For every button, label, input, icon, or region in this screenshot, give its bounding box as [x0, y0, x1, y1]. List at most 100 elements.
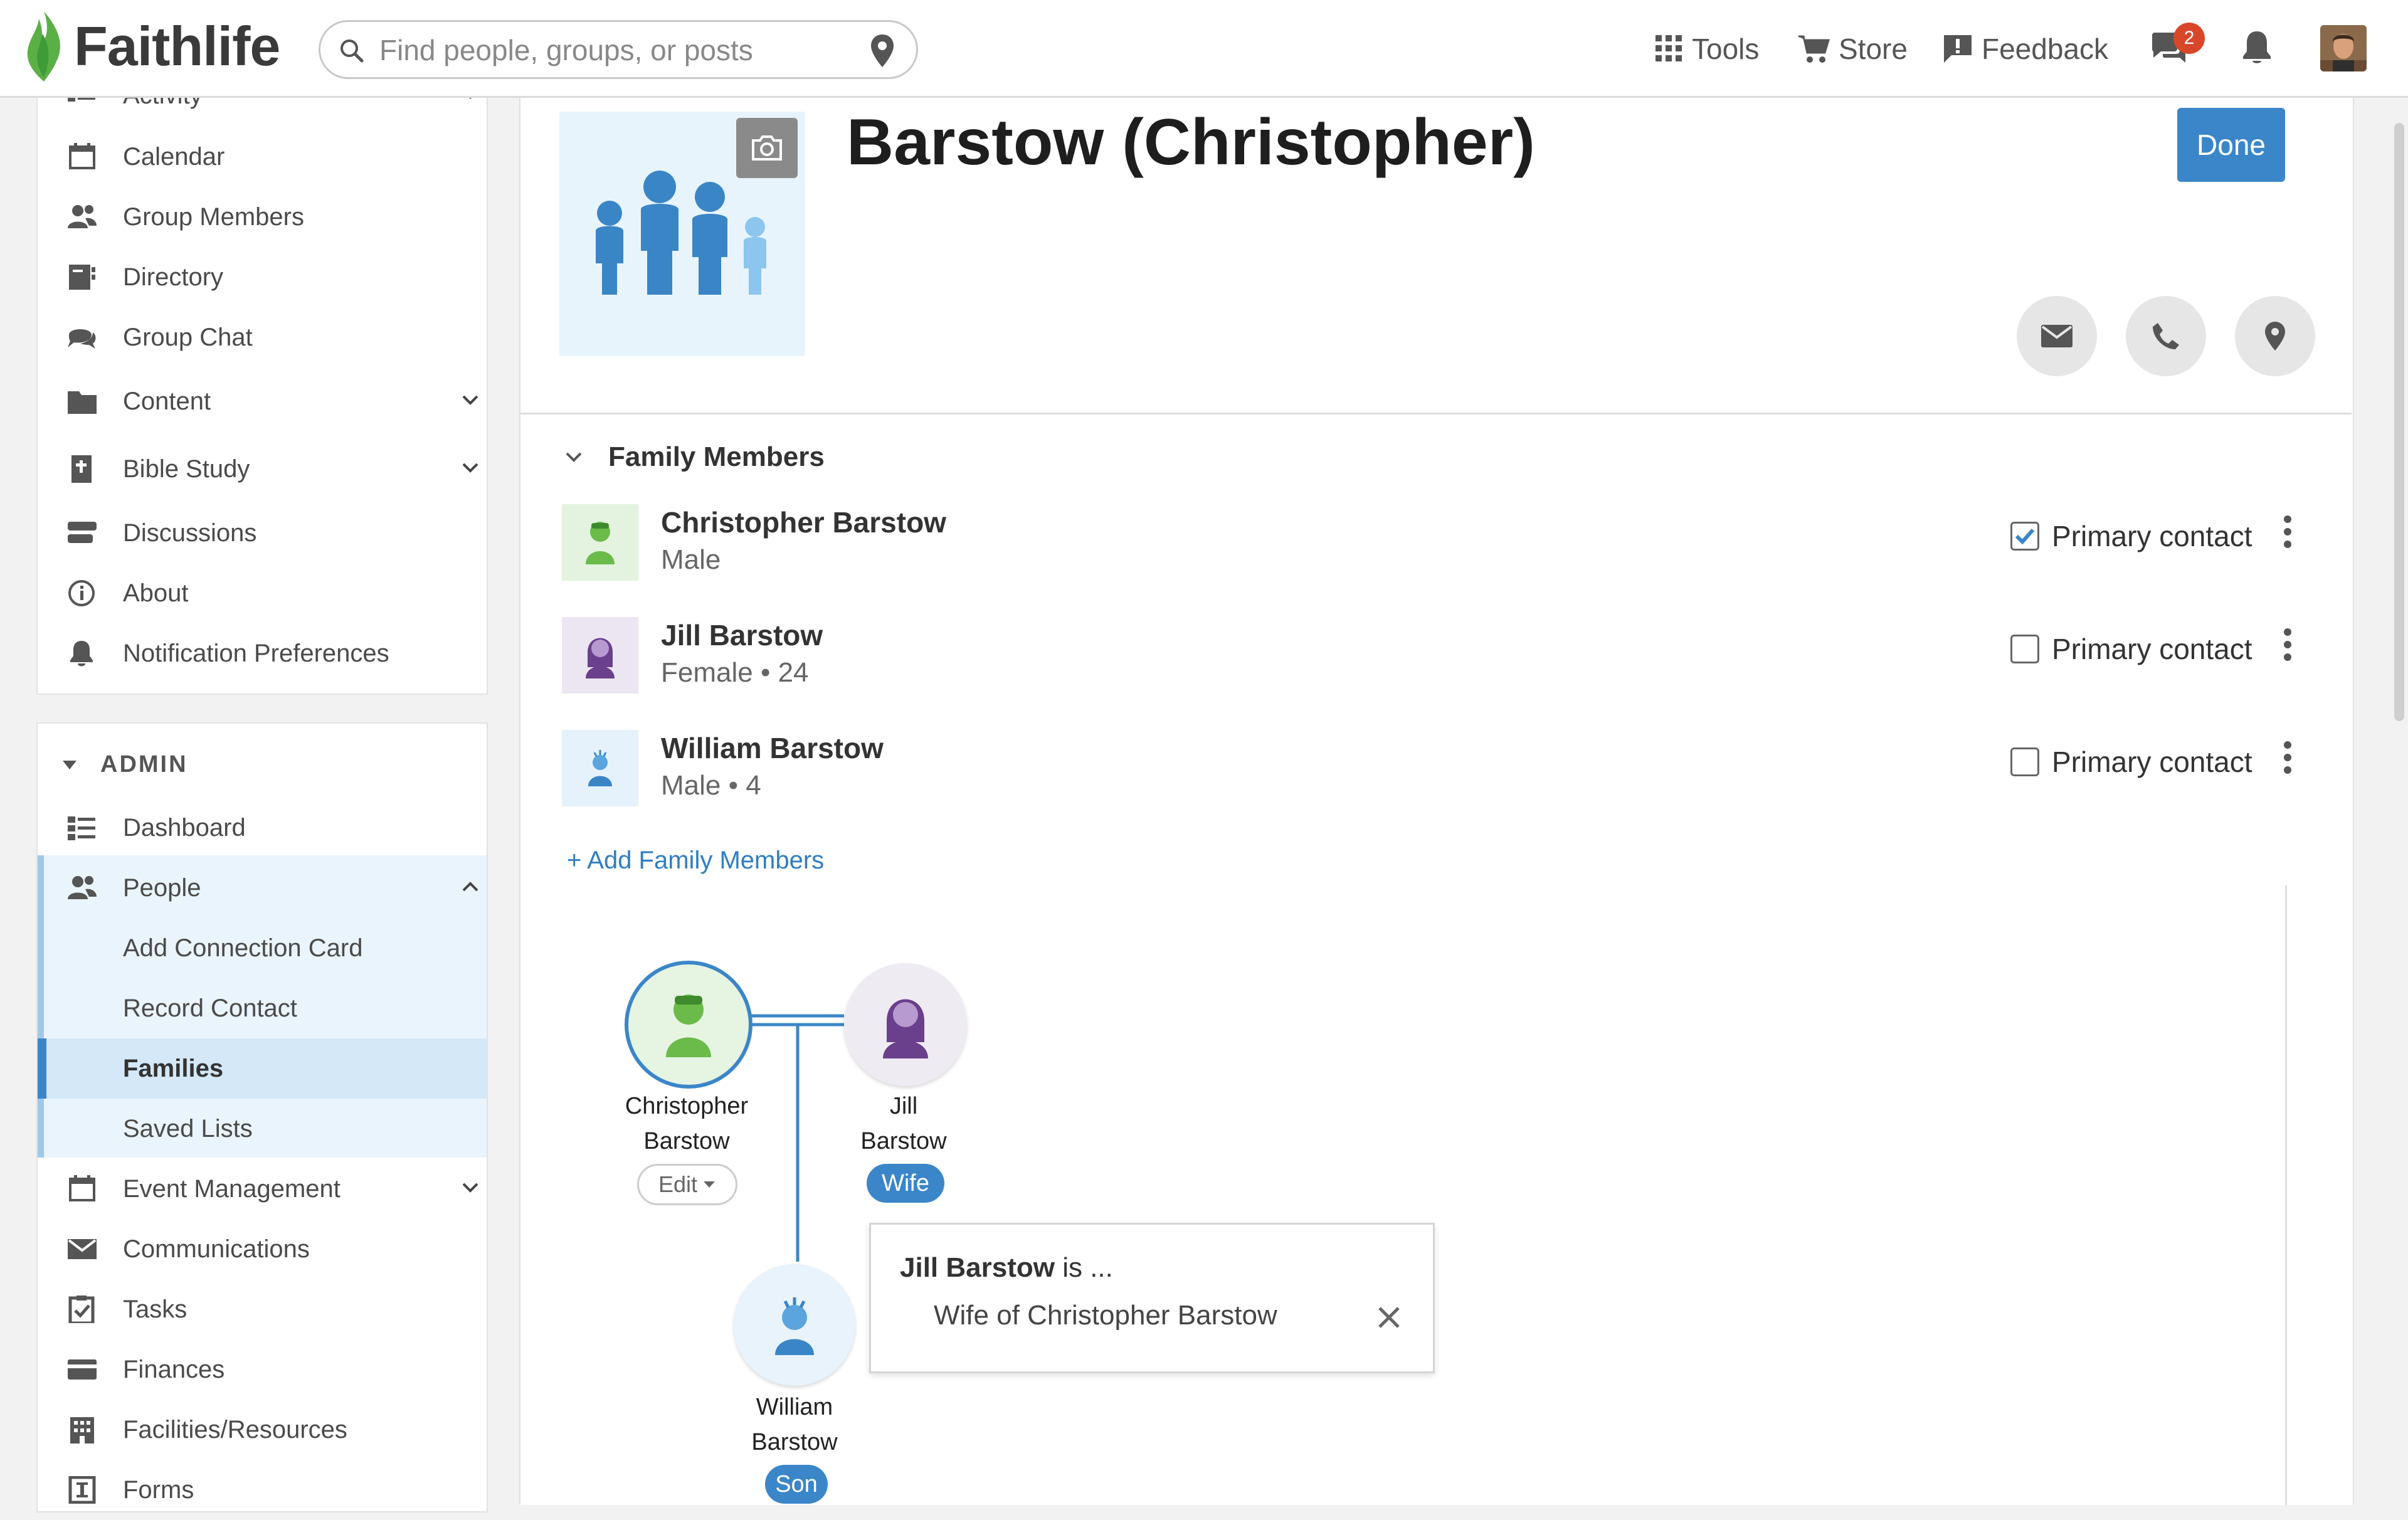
search-input[interactable] — [378, 31, 845, 70]
sidebar-item-about[interactable]: About — [38, 563, 487, 623]
relationship-badge-son[interactable]: Son — [765, 1465, 828, 1504]
call-family-button[interactable] — [2126, 296, 2206, 376]
faithlife-logo[interactable]: Faithlife — [20, 9, 280, 84]
chevron-down-icon — [462, 1183, 478, 1193]
family-silhouette-icon — [596, 171, 766, 295]
tools-button[interactable]: Tools — [1656, 25, 1759, 73]
sidebar-item-discussions[interactable]: Discussions — [38, 503, 487, 563]
popup-subject: Jill Barstow — [900, 1252, 1055, 1283]
tree-node-christopher[interactable] — [625, 961, 752, 1089]
member-avatar[interactable] — [562, 730, 638, 806]
sidebar-item-notification-preferences[interactable]: Notification Preferences — [38, 623, 487, 683]
chevron-down-icon — [566, 452, 582, 462]
chevron-down-icon — [462, 463, 478, 473]
chat-icon — [68, 329, 96, 349]
envelope-icon — [68, 1239, 97, 1259]
sidebar-item-calendar[interactable]: Calendar — [38, 127, 487, 187]
sidebar-item-add-connection-card[interactable]: Add Connection Card — [38, 918, 487, 978]
more-options-icon[interactable] — [2283, 627, 2293, 662]
feedback-icon — [1944, 35, 1972, 63]
checkmark-icon — [2015, 528, 2035, 545]
primary-contact-option[interactable]: Primary contact — [2010, 519, 2252, 553]
member-name[interactable]: William Barstow — [661, 731, 884, 765]
flame-logo-icon — [27, 11, 61, 82]
tree-node-william[interactable] — [734, 1264, 855, 1386]
sidebar-item-finances[interactable]: Finances — [38, 1339, 487, 1400]
tools-label: Tools — [1692, 33, 1760, 65]
calendar-icon — [69, 143, 95, 169]
discussions-icon — [68, 522, 97, 543]
sidebar-item-bible-study[interactable]: Bible Study — [38, 439, 487, 499]
chevron-up-icon — [462, 882, 478, 892]
primary-contact-checkbox[interactable] — [2010, 522, 2039, 551]
primary-contact-label: Primary contact — [2052, 520, 2252, 552]
people-icon — [68, 205, 97, 228]
calendar-icon — [69, 1175, 95, 1201]
child-avatar-icon — [775, 1297, 814, 1355]
bible-icon — [71, 455, 92, 483]
sidebar-item-group-members[interactable]: Group Members — [38, 187, 487, 247]
edit-node-button[interactable]: Edit — [637, 1164, 737, 1205]
sidebar-item-directory[interactable]: Directory — [38, 247, 487, 307]
primary-contact-label: Primary contact — [2052, 633, 2252, 665]
feedback-button[interactable]: Feedback — [1943, 25, 2108, 73]
sidebar-item-facilities-resources[interactable]: Facilities/Resources — [38, 1400, 487, 1460]
member-name[interactable]: Christopher Barstow — [661, 505, 946, 539]
store-button[interactable]: Store — [1797, 25, 1908, 73]
page-scrollbar[interactable] — [2394, 123, 2404, 721]
sidebar-item-content[interactable]: Content — [38, 371, 487, 431]
close-icon[interactable] — [1376, 1305, 1402, 1330]
primary-contact-checkbox[interactable] — [2010, 747, 2039, 776]
done-button[interactable]: Done — [2177, 108, 2285, 182]
camera-icon — [752, 135, 782, 161]
primary-contact-option[interactable]: Primary contact — [2010, 745, 2252, 779]
sidebar-item-people[interactable]: People — [38, 858, 487, 918]
search-icon — [341, 40, 364, 63]
email-family-button[interactable] — [2017, 296, 2097, 376]
sidebar-item-event-management[interactable]: Event Management — [38, 1159, 487, 1219]
map-family-button[interactable] — [2235, 296, 2315, 376]
member-name[interactable]: Jill Barstow — [661, 618, 823, 652]
sidebar-item-saved-lists[interactable]: Saved Lists — [38, 1099, 487, 1159]
people-icon — [68, 876, 97, 899]
top-bar: Faithlife Tools Store — [0, 0, 2408, 98]
caret-down-icon — [704, 1181, 716, 1188]
bell-icon — [70, 641, 93, 667]
admin-section-header[interactable]: ADMIN — [61, 751, 188, 778]
section-title: Family Members — [608, 441, 825, 472]
sidebar-item-tasks[interactable]: Tasks — [38, 1279, 487, 1339]
feedback-label: Feedback — [1982, 33, 2109, 65]
header-divider — [519, 413, 2352, 414]
sidebar-item-forms[interactable]: Forms — [38, 1460, 487, 1520]
sidebar-item-dashboard[interactable]: Dashboard — [38, 798, 487, 858]
admin-heading: ADMIN — [100, 751, 188, 778]
search-box[interactable] — [319, 20, 918, 79]
credit-card-icon — [68, 1359, 97, 1380]
location-pin-icon — [2265, 322, 2285, 351]
sidebar-item-families[interactable]: Families — [38, 1038, 487, 1099]
family-members-toggle[interactable]: Family Members — [564, 441, 825, 473]
relationship-badge-wife[interactable]: Wife — [867, 1164, 944, 1203]
bell-icon[interactable] — [2241, 29, 2273, 66]
change-photo-button[interactable] — [736, 118, 798, 178]
more-options-icon[interactable] — [2283, 740, 2293, 775]
member-avatar[interactable] — [562, 504, 638, 581]
member-avatar[interactable] — [562, 617, 638, 694]
tree-node-jill[interactable] — [844, 963, 967, 1086]
popup-suffix: is ... — [1054, 1252, 1113, 1283]
sidebar-item-communications[interactable]: Communications — [38, 1219, 487, 1279]
more-options-icon[interactable] — [2283, 514, 2293, 549]
relationship-popup: Jill Barstow is ... Wife of Christopher … — [869, 1223, 1435, 1373]
sidebar-item-group-chat[interactable]: Group Chat — [38, 307, 487, 367]
member-row: William Barstow Male • 4 Primary contact — [562, 730, 2318, 811]
add-family-members-link[interactable]: + Add Family Members — [567, 847, 824, 875]
tree-label-jill: Jill Barstow — [860, 1093, 947, 1154]
user-avatar[interactable] — [2320, 25, 2367, 71]
primary-contact-option[interactable]: Primary contact — [2010, 632, 2252, 666]
family-title: Barstow (Christopher) — [847, 106, 1535, 179]
primary-contact-checkbox[interactable] — [2010, 635, 2039, 663]
admin-nav-card: ADMIN Dashboard People Add Connection Ca… — [36, 722, 488, 1512]
sidebar-item-record-contact[interactable]: Record Contact — [38, 978, 487, 1038]
location-pin-icon[interactable] — [870, 33, 895, 68]
form-icon — [68, 1476, 96, 1504]
